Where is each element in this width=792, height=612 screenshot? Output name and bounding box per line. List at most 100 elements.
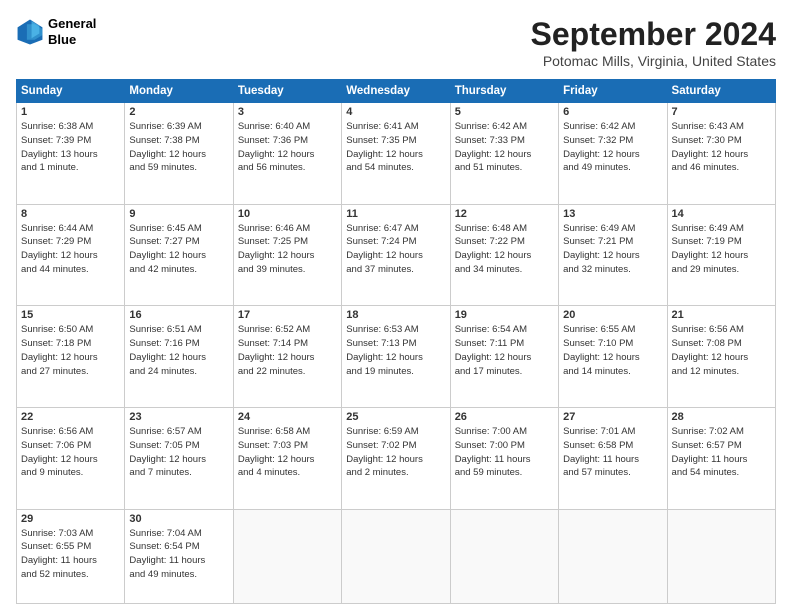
day-info: Sunrise: 6:47 AM Sunset: 7:24 PM Dayligh…: [346, 222, 445, 277]
day-number: 12: [455, 208, 554, 220]
day-number: 22: [21, 411, 120, 423]
day-info: Sunrise: 6:39 AM Sunset: 7:38 PM Dayligh…: [129, 120, 228, 175]
day-number: 28: [672, 411, 771, 423]
day-cell: 14Sunrise: 6:49 AM Sunset: 7:19 PM Dayli…: [667, 204, 775, 306]
day-number: 15: [21, 309, 120, 321]
day-cell: 20 Sunrise: 6:55 AM Sunset: 7:10 PM Dayli…: [559, 306, 667, 408]
day-number: 17: [238, 309, 337, 321]
day-number: 19: [455, 309, 554, 321]
day-cell: 18 Sunrise: 6:53 AM Sunset: 7:13 PM Dayli…: [342, 306, 450, 408]
day-cell: 28 Sunrise: 7:02 AM Sunset: 6:57 PM Dayli…: [667, 408, 775, 510]
col-saturday: Saturday: [667, 80, 775, 103]
day-cell: 21Sunrise: 6:56 AM Sunset: 7:08 PM Dayli…: [667, 306, 775, 408]
day-cell: 1 Sunrise: 6:38 AM Sunset: 7:39 PM Daylig…: [17, 103, 125, 205]
day-cell: 19 Sunrise: 6:54 AM Sunset: 7:11 PM Dayli…: [450, 306, 558, 408]
day-number: 18: [346, 309, 445, 321]
day-number: 24: [238, 411, 337, 423]
day-info: Sunrise: 6:56 AM Sunset: 7:06 PM Dayligh…: [21, 425, 120, 480]
day-info: Sunrise: 6:51 AM Sunset: 7:16 PM Dayligh…: [129, 323, 228, 378]
day-cell: 3 Sunrise: 6:40 AM Sunset: 7:36 PM Daylig…: [233, 103, 341, 205]
day-number: 3: [238, 106, 337, 118]
day-cell: 12 Sunrise: 6:48 AM Sunset: 7:22 PM Dayli…: [450, 204, 558, 306]
page: General Blue September 2024 Potomac Mill…: [0, 0, 792, 612]
day-cell: 26 Sunrise: 7:00 AM Sunset: 7:00 PM Dayli…: [450, 408, 558, 510]
day-info: Sunrise: 6:50 AM Sunset: 7:18 PM Dayligh…: [21, 323, 120, 378]
day-number: 16: [129, 309, 228, 321]
day-cell: 16 Sunrise: 6:51 AM Sunset: 7:16 PM Dayli…: [125, 306, 233, 408]
day-cell: 23 Sunrise: 6:57 AM Sunset: 7:05 PM Dayli…: [125, 408, 233, 510]
day-number: 7: [672, 106, 771, 118]
day-number: 5: [455, 106, 554, 118]
day-info: Sunrise: 6:43 AM Sunset: 7:30 PM Dayligh…: [672, 120, 771, 175]
day-number: 9: [129, 208, 228, 220]
day-number: 25: [346, 411, 445, 423]
logo-icon: [16, 18, 44, 46]
day-info: Sunrise: 6:52 AM Sunset: 7:14 PM Dayligh…: [238, 323, 337, 378]
day-cell: 17 Sunrise: 6:52 AM Sunset: 7:14 PM Dayli…: [233, 306, 341, 408]
day-number: 6: [563, 106, 662, 118]
day-info: Sunrise: 6:53 AM Sunset: 7:13 PM Dayligh…: [346, 323, 445, 378]
col-friday: Friday: [559, 80, 667, 103]
day-info: Sunrise: 6:42 AM Sunset: 7:32 PM Dayligh…: [563, 120, 662, 175]
day-info: Sunrise: 6:57 AM Sunset: 7:05 PM Dayligh…: [129, 425, 228, 480]
day-info: Sunrise: 7:01 AM Sunset: 6:58 PM Dayligh…: [563, 425, 662, 480]
day-info: Sunrise: 6:38 AM Sunset: 7:39 PM Dayligh…: [21, 120, 120, 175]
day-number: 20: [563, 309, 662, 321]
day-info: Sunrise: 6:42 AM Sunset: 7:33 PM Dayligh…: [455, 120, 554, 175]
day-cell: [450, 509, 558, 603]
day-cell: [667, 509, 775, 603]
month-title: September 2024: [531, 16, 776, 53]
day-number: 14: [672, 208, 771, 220]
day-info: Sunrise: 7:04 AM Sunset: 6:54 PM Dayligh…: [129, 527, 228, 582]
week-row-4: 22 Sunrise: 6:56 AM Sunset: 7:06 PM Dayli…: [17, 408, 776, 510]
week-row-5: 29Sunrise: 7:03 AM Sunset: 6:55 PM Dayli…: [17, 509, 776, 603]
day-cell: 10Sunrise: 6:46 AM Sunset: 7:25 PM Dayli…: [233, 204, 341, 306]
day-info: Sunrise: 6:55 AM Sunset: 7:10 PM Dayligh…: [563, 323, 662, 378]
day-info: Sunrise: 6:45 AM Sunset: 7:27 PM Dayligh…: [129, 222, 228, 277]
day-cell: 5 Sunrise: 6:42 AM Sunset: 7:33 PM Daylig…: [450, 103, 558, 205]
day-number: 30: [129, 513, 228, 525]
day-number: 27: [563, 411, 662, 423]
day-cell: 9 Sunrise: 6:45 AM Sunset: 7:27 PM Daylig…: [125, 204, 233, 306]
day-number: 1: [21, 106, 120, 118]
logo-line1: General: [48, 16, 96, 32]
day-cell: 27 Sunrise: 7:01 AM Sunset: 6:58 PM Dayli…: [559, 408, 667, 510]
day-info: Sunrise: 6:40 AM Sunset: 7:36 PM Dayligh…: [238, 120, 337, 175]
day-number: 8: [21, 208, 120, 220]
calendar-header-row: Sunday Monday Tuesday Wednesday Thursday…: [17, 80, 776, 103]
day-cell: 30 Sunrise: 7:04 AM Sunset: 6:54 PM Dayli…: [125, 509, 233, 603]
week-row-3: 15 Sunrise: 6:50 AM Sunset: 7:18 PM Dayli…: [17, 306, 776, 408]
day-number: 23: [129, 411, 228, 423]
week-row-2: 8 Sunrise: 6:44 AM Sunset: 7:29 PM Daylig…: [17, 204, 776, 306]
day-cell: [342, 509, 450, 603]
col-monday: Monday: [125, 80, 233, 103]
day-info: Sunrise: 6:54 AM Sunset: 7:11 PM Dayligh…: [455, 323, 554, 378]
day-info: Sunrise: 6:41 AM Sunset: 7:35 PM Dayligh…: [346, 120, 445, 175]
day-cell: 29Sunrise: 7:03 AM Sunset: 6:55 PM Dayli…: [17, 509, 125, 603]
day-info: Sunrise: 6:46 AM Sunset: 7:25 PM Dayligh…: [238, 222, 337, 277]
day-info: Sunrise: 6:44 AM Sunset: 7:29 PM Dayligh…: [21, 222, 120, 277]
calendar-table: Sunday Monday Tuesday Wednesday Thursday…: [16, 79, 776, 604]
day-cell: 11Sunrise: 6:47 AM Sunset: 7:24 PM Dayli…: [342, 204, 450, 306]
logo-line2: Blue: [48, 32, 96, 48]
day-cell: 13 Sunrise: 6:49 AM Sunset: 7:21 PM Dayli…: [559, 204, 667, 306]
day-number: 13: [563, 208, 662, 220]
logo: General Blue: [16, 16, 96, 47]
day-number: 4: [346, 106, 445, 118]
day-cell: 6 Sunrise: 6:42 AM Sunset: 7:32 PM Daylig…: [559, 103, 667, 205]
day-cell: [559, 509, 667, 603]
day-cell: 15 Sunrise: 6:50 AM Sunset: 7:18 PM Dayli…: [17, 306, 125, 408]
location: Potomac Mills, Virginia, United States: [531, 53, 776, 69]
day-info: Sunrise: 7:00 AM Sunset: 7:00 PM Dayligh…: [455, 425, 554, 480]
day-info: Sunrise: 7:02 AM Sunset: 6:57 PM Dayligh…: [672, 425, 771, 480]
day-number: 21: [672, 309, 771, 321]
day-cell: 8 Sunrise: 6:44 AM Sunset: 7:29 PM Daylig…: [17, 204, 125, 306]
day-number: 26: [455, 411, 554, 423]
day-info: Sunrise: 6:49 AM Sunset: 7:21 PM Dayligh…: [563, 222, 662, 277]
day-info: Sunrise: 7:03 AM Sunset: 6:55 PM Dayligh…: [21, 527, 120, 582]
day-info: Sunrise: 6:48 AM Sunset: 7:22 PM Dayligh…: [455, 222, 554, 277]
title-block: September 2024 Potomac Mills, Virginia, …: [531, 16, 776, 69]
day-info: Sunrise: 6:58 AM Sunset: 7:03 PM Dayligh…: [238, 425, 337, 480]
header: General Blue September 2024 Potomac Mill…: [16, 16, 776, 69]
week-row-1: 1 Sunrise: 6:38 AM Sunset: 7:39 PM Daylig…: [17, 103, 776, 205]
